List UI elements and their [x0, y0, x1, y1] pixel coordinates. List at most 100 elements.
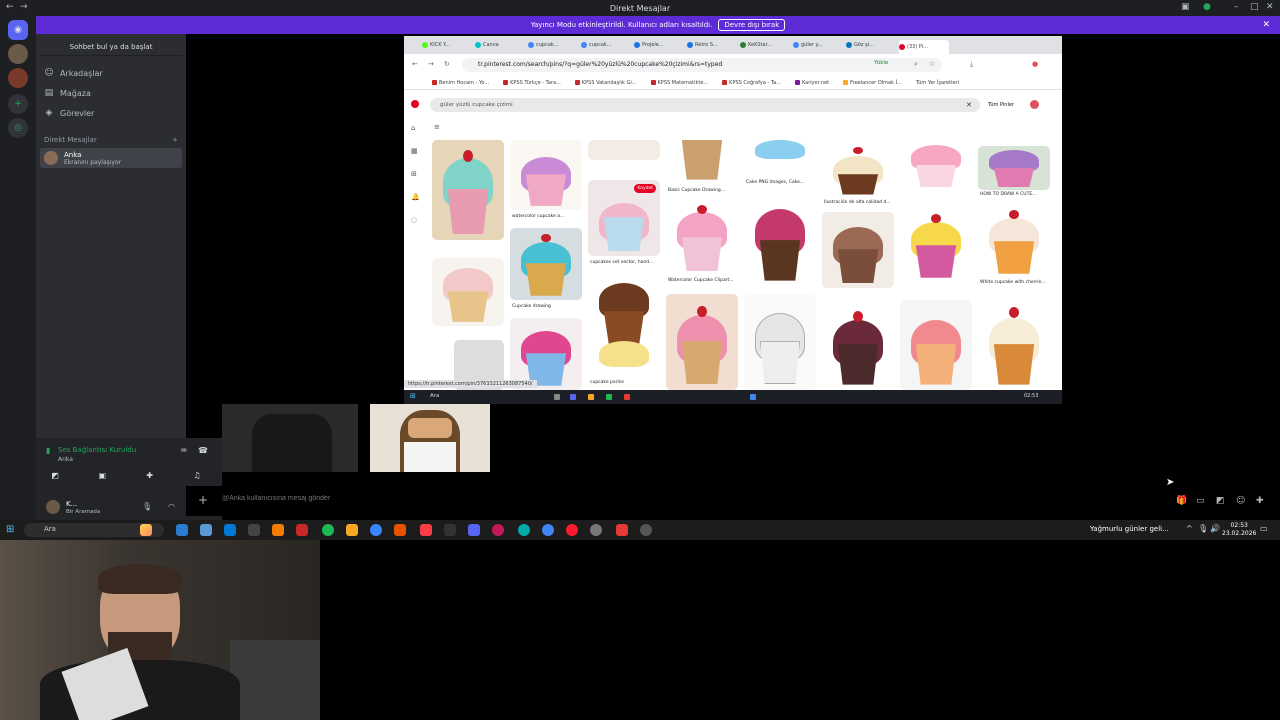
pin-card[interactable]: [588, 274, 660, 390]
pinterest-logo-icon[interactable]: [411, 100, 419, 108]
browser-tab[interactable]: güler y...: [793, 39, 843, 51]
spotify-icon[interactable]: [322, 524, 334, 536]
sidebar-item-shop[interactable]: ▤ Mağaza: [44, 88, 91, 98]
add-server-icon[interactable]: +: [8, 94, 28, 114]
messages-icon[interactable]: ◌: [411, 216, 417, 224]
pinterest-search-input[interactable]: güler yüzlü cupcake çizimi: [430, 98, 980, 112]
browser-tab-active[interactable]: (33) Pi...: [899, 40, 949, 54]
pin-card[interactable]: [510, 140, 582, 210]
bookmark-item[interactable]: KPSS Matematikte...: [650, 80, 708, 86]
pin-card[interactable]: [588, 140, 660, 160]
find-conversation-button[interactable]: Sohbet bul ya da başlat: [40, 38, 182, 56]
discover-icon[interactable]: ◎: [8, 118, 28, 138]
app-icon[interactable]: [296, 524, 308, 536]
gift-icon[interactable]: 🎁: [1176, 496, 1187, 506]
notifications-icon[interactable]: ▭: [1260, 524, 1268, 533]
sidebar-item-quests[interactable]: ◈ Görevler: [44, 108, 95, 118]
forward-icon[interactable]: →: [428, 60, 434, 68]
emoji-icon[interactable]: ☺: [1236, 496, 1245, 506]
pin-card[interactable]: [900, 140, 972, 190]
pin-card[interactable]: [822, 300, 894, 390]
maximize-button[interactable]: □: [1250, 2, 1259, 12]
chrome-icon[interactable]: [542, 524, 554, 536]
reload-icon[interactable]: ↻: [444, 60, 450, 68]
bookmark-item[interactable]: Kariyer.net: [794, 80, 829, 86]
opera-icon[interactable]: [566, 524, 578, 536]
explore-icon[interactable]: ▦: [411, 147, 418, 155]
bookmark-item[interactable]: KPSS Vatandaşlık Gi...: [574, 80, 637, 86]
save-pin-button[interactable]: Kaydet: [634, 184, 656, 193]
pin-card[interactable]: [822, 212, 894, 288]
pin-card[interactable]: [900, 300, 972, 390]
app-icon[interactable]: [394, 524, 406, 536]
pin-card[interactable]: [822, 140, 894, 198]
participant-tile-avatar[interactable]: [370, 404, 490, 472]
microphone-icon[interactable]: 🎙: [1198, 524, 1208, 533]
app-icon[interactable]: [590, 524, 602, 536]
minimize-button[interactable]: –: [1234, 2, 1239, 12]
tray-chevron-icon[interactable]: ^: [1186, 524, 1193, 533]
browser-tab[interactable]: Canva: [475, 39, 525, 51]
pin-card[interactable]: [744, 196, 816, 286]
pin-card[interactable]: [666, 294, 738, 390]
all-bookmarks[interactable]: Tüm Yer İşaretleri: [916, 80, 959, 86]
add-dm-icon[interactable]: +: [172, 136, 178, 144]
app-icon[interactable]: [176, 524, 188, 536]
browser-tab[interactable]: Göz şi...: [846, 39, 896, 51]
browser-tab[interactable]: KICK Y...: [422, 39, 472, 51]
add-attachment-icon[interactable]: +: [198, 493, 208, 507]
create-icon[interactable]: ⊞: [411, 170, 417, 178]
pin-card[interactable]: [510, 228, 582, 300]
notifications-icon[interactable]: 🔔: [411, 193, 420, 201]
pin-card[interactable]: [744, 140, 816, 164]
app-icon[interactable]: [444, 524, 456, 536]
app-icon[interactable]: [616, 524, 628, 536]
zoom-icon[interactable]: ⌕: [914, 60, 918, 69]
taskbar-clock[interactable]: 02:53 23.02.2026: [1222, 522, 1256, 538]
help-icon[interactable]: ●: [1203, 2, 1211, 12]
browser-tab[interactable]: Projele...: [634, 39, 684, 51]
url-input[interactable]: tr.pinterest.com/search/pins/?q=güler%20…: [462, 58, 942, 72]
apps-icon[interactable]: ✚: [1256, 496, 1264, 506]
app-icon[interactable]: [492, 524, 504, 536]
app-icon[interactable]: [200, 524, 212, 536]
clear-search-icon[interactable]: ✕: [966, 101, 972, 109]
participant-tile-camera[interactable]: [222, 404, 358, 472]
copilot-icon[interactable]: [140, 524, 152, 536]
bookmark-item[interactable]: Freelancer Olmak İ...: [843, 80, 902, 86]
filter-icon[interactable]: ≡: [434, 123, 440, 131]
store-icon[interactable]: [224, 524, 236, 536]
browser-tab[interactable]: cupcak...: [581, 39, 631, 51]
weather-widget[interactable]: Yağmurlu günler geli...: [1090, 525, 1169, 533]
sticker-icon[interactable]: ◩: [1216, 496, 1225, 506]
browser-tab[interactable]: Retro S...: [687, 39, 737, 51]
edge-icon[interactable]: [518, 524, 530, 536]
volume-icon[interactable]: 🔊: [1210, 524, 1220, 533]
noise-suppression-icon[interactable]: ♒: [180, 446, 187, 455]
server-icon[interactable]: [8, 68, 28, 88]
app-icon[interactable]: [370, 524, 382, 536]
install-button[interactable]: Yükle: [874, 60, 888, 66]
pin-card[interactable]: Kaydet: [588, 180, 660, 256]
music-icon[interactable]: [420, 524, 432, 536]
close-button[interactable]: ✕: [1266, 2, 1274, 12]
pin-card[interactable]: [978, 206, 1050, 278]
pin-card[interactable]: [900, 210, 972, 282]
server-icon[interactable]: [8, 44, 28, 64]
settings-icon[interactable]: [640, 524, 652, 536]
vlc-icon[interactable]: [272, 524, 284, 536]
discord-icon[interactable]: [468, 524, 480, 536]
app-icon[interactable]: [248, 524, 260, 536]
inbox-icon[interactable]: ▣: [1181, 2, 1190, 12]
discord-home-icon[interactable]: ◉: [8, 20, 28, 40]
close-icon[interactable]: ✕: [1262, 20, 1270, 30]
microphone-icon[interactable]: 🎙: [142, 502, 152, 511]
download-icon[interactable]: ⤓: [970, 60, 973, 69]
home-icon[interactable]: ⌂: [411, 124, 415, 132]
bookmark-item[interactable]: KPSS Türkçe - Tara...: [503, 80, 561, 86]
bookmark-star-icon[interactable]: ☆: [929, 60, 935, 68]
soundboard-icon[interactable]: ♫: [188, 468, 206, 482]
stream-video[interactable]: KICK Y... Canva cupcak... cupcak... Proj…: [404, 36, 1062, 404]
disconnect-icon[interactable]: ☎: [198, 446, 208, 455]
pin-card[interactable]: [666, 200, 738, 276]
